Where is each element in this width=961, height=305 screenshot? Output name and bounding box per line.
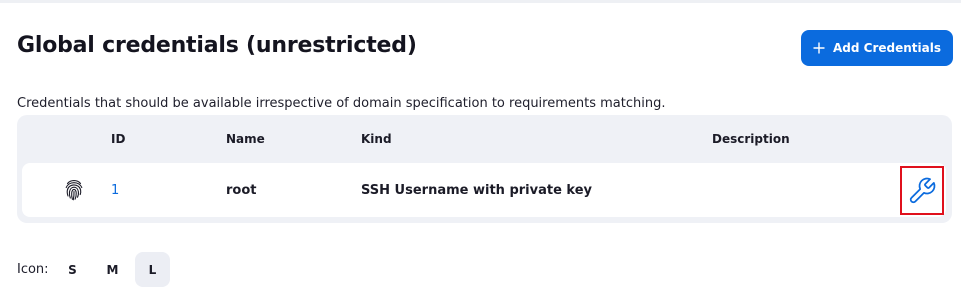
- icon-size-label: Icon:: [17, 262, 49, 277]
- page-description: Credentials that should be available irr…: [17, 96, 666, 111]
- credential-id-link[interactable]: 1: [111, 183, 119, 198]
- table-row: 1 root SSH Username with private key: [22, 163, 946, 217]
- icon-size-medium-button[interactable]: M: [95, 252, 130, 287]
- column-header-id: ID: [111, 132, 126, 146]
- fingerprint-icon: [64, 179, 84, 201]
- configure-credential-button[interactable]: [900, 166, 944, 215]
- add-credentials-label: Add Credentials: [833, 41, 941, 55]
- column-header-kind: Kind: [361, 132, 392, 146]
- credential-kind: SSH Username with private key: [361, 183, 593, 198]
- column-header-name: Name: [226, 132, 265, 146]
- column-header-description: Description: [712, 132, 790, 146]
- credential-name: root: [226, 183, 257, 198]
- wrench-icon: [907, 176, 937, 206]
- icon-size-large-button[interactable]: L: [135, 252, 170, 287]
- add-credentials-button[interactable]: Add Credentials: [801, 30, 953, 66]
- credentials-table: ID Name Kind Description 1 root SSH User…: [17, 115, 952, 223]
- top-divider: [0, 0, 961, 3]
- plus-icon: [813, 42, 825, 54]
- page-title: Global credentials (unrestricted): [17, 33, 417, 58]
- icon-size-small-button[interactable]: S: [55, 252, 90, 287]
